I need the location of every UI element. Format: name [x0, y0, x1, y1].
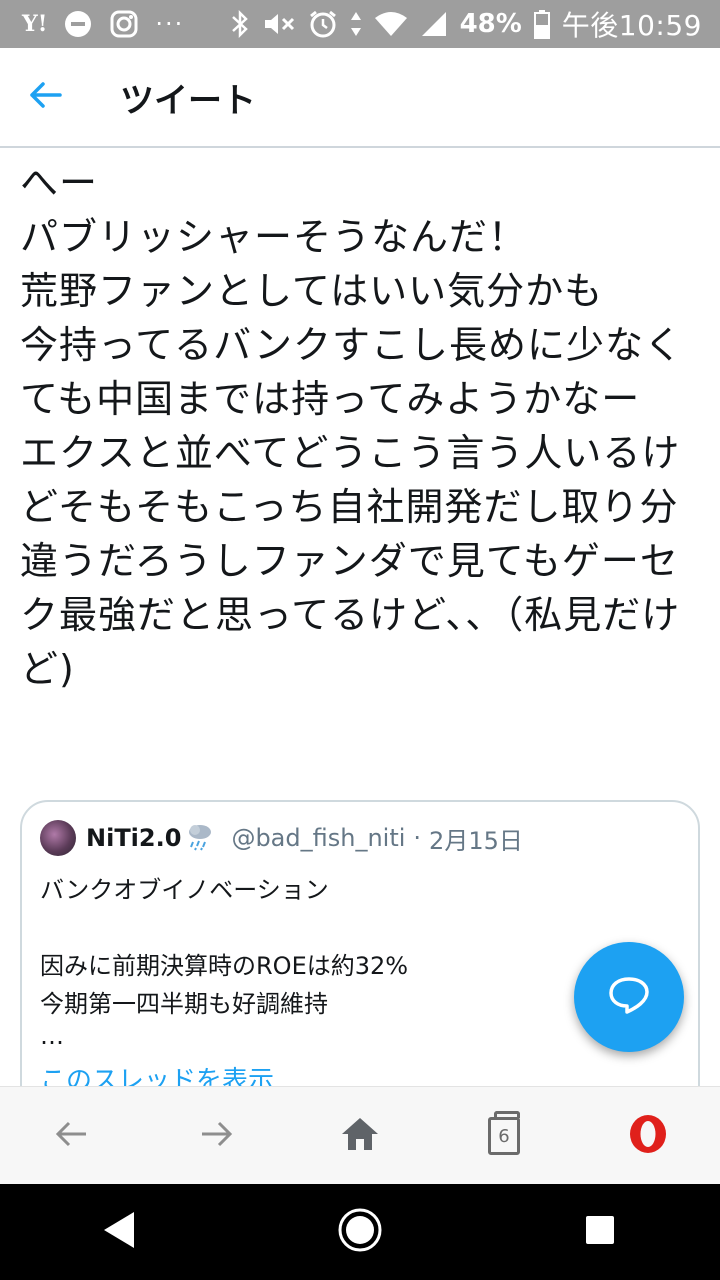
square-recents-icon — [584, 1214, 616, 1250]
wifi-icon — [374, 9, 408, 39]
reply-fab-button[interactable] — [574, 942, 684, 1052]
tweet-text: へー パブリッシャーそうなんだ！ 荒野ファンとしてはいい気分かも 今持ってるバン… — [20, 161, 684, 691]
clock: 午後10:59 — [561, 9, 702, 42]
quoted-user-name: NiTi2.0 — [86, 824, 182, 852]
rain-cloud-icon — [185, 821, 215, 855]
tabs-button[interactable]: 6 — [464, 1096, 544, 1176]
circle-home-icon — [337, 1207, 383, 1257]
tab-count: 6 — [488, 1111, 520, 1155]
quoted-user-handle: @bad_fish_niti — [231, 824, 406, 852]
back-arrow-icon — [54, 1119, 90, 1153]
system-nav-bar — [0, 1184, 720, 1280]
status-bar: Y! ··· 48% 午後10:59 — [0, 0, 720, 48]
quoted-text-ellipsis: … — [40, 1022, 64, 1050]
forward-arrow-icon — [198, 1119, 234, 1153]
alarm-icon — [308, 9, 338, 39]
battery-percent: 48% — [459, 9, 522, 39]
browser-back-button[interactable] — [32, 1096, 112, 1176]
nav-home-button[interactable] — [315, 1187, 405, 1277]
battery-icon — [533, 9, 550, 39]
app-header: ツイート — [0, 48, 720, 148]
opera-menu-button[interactable] — [608, 1096, 688, 1176]
back-arrow-icon — [28, 80, 64, 114]
separator-dot: · — [413, 824, 422, 852]
data-transfer-icon — [350, 9, 362, 39]
quoted-text-line: 今期第一四半期も好調維持 — [40, 990, 328, 1018]
opera-logo-icon — [627, 1113, 669, 1159]
browser-toolbar: 6 — [0, 1086, 720, 1185]
do-not-disturb-icon — [63, 9, 93, 39]
nav-back-button[interactable] — [75, 1187, 165, 1277]
quoted-tweet-header: NiTi2.0 @bad_fish_niti · 2月15日 — [40, 820, 523, 856]
home-icon — [340, 1116, 380, 1156]
more-notifications-icon: ··· — [155, 10, 185, 38]
nav-recents-button[interactable] — [555, 1187, 645, 1277]
avatar — [40, 820, 76, 856]
quoted-text-line: 因みに前期決算時のROEは約32% — [40, 952, 409, 980]
triangle-back-icon — [102, 1210, 138, 1254]
yahoo-icon: Y! — [22, 11, 48, 37]
instagram-icon — [109, 9, 139, 39]
mute-icon — [262, 9, 296, 39]
page-title: ツイート — [120, 80, 256, 121]
browser-forward-button[interactable] — [176, 1096, 256, 1176]
signal-icon — [420, 9, 448, 39]
back-button[interactable] — [0, 48, 92, 146]
browser-home-button[interactable] — [320, 1096, 400, 1176]
quoted-tweet-date: 2月15日 — [429, 826, 523, 855]
quoted-text-line: バンクオブイノベーション — [40, 876, 329, 904]
speech-bubble-icon — [607, 975, 651, 1019]
bluetooth-icon — [230, 9, 250, 39]
